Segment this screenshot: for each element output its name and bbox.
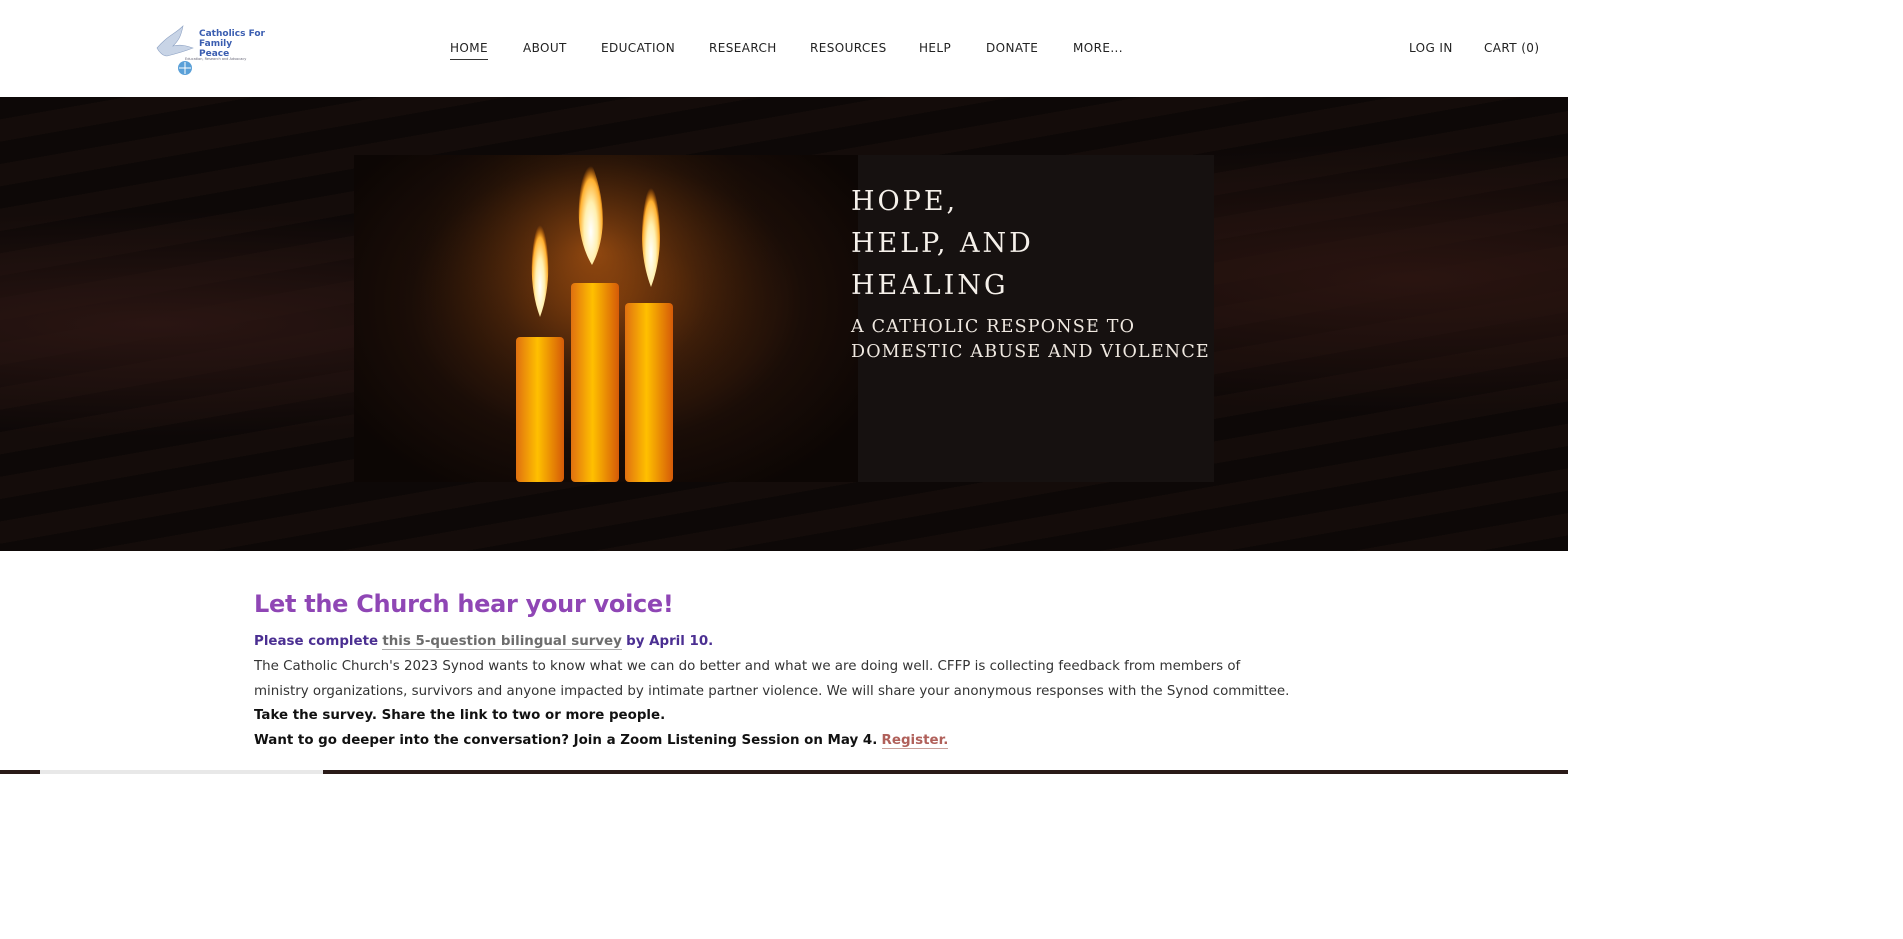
nav-help[interactable]: HELP bbox=[919, 41, 951, 55]
nav-education[interactable]: EDUCATION bbox=[601, 41, 675, 55]
hero-subtitle: A CATHOLIC RESPONSE TO DOMESTIC ABUSE AN… bbox=[851, 315, 1213, 365]
scrollbar-thumb[interactable] bbox=[40, 770, 323, 774]
nav-resources[interactable]: RESOURCES bbox=[810, 41, 887, 55]
logo-tagline: Education, Research and Advocacy bbox=[185, 57, 247, 61]
logo-line-2: Family Peace bbox=[199, 39, 233, 59]
login-link[interactable]: LOG IN bbox=[1409, 41, 1453, 55]
hero-title-line: HEALING bbox=[851, 270, 1009, 301]
survey-line: Please complete this 5-question bilingua… bbox=[254, 630, 1314, 655]
hero-title: HOPE, HELP, AND HEALING bbox=[851, 181, 1211, 307]
zoom-text: Want to go deeper into the conversation?… bbox=[254, 733, 878, 749]
logo-line-1: Catholics For bbox=[199, 29, 265, 39]
candles-image bbox=[354, 155, 858, 482]
hero-frame: HOPE, HELP, AND HEALING A CATHOLIC RESPO… bbox=[354, 155, 1214, 482]
hero-subtitle-line: A CATHOLIC RESPONSE TO bbox=[851, 317, 1136, 337]
survey-prefix: Please complete bbox=[254, 634, 379, 649]
hero-title-line: HELP, AND bbox=[851, 228, 1034, 259]
hero-banner: HOPE, HELP, AND HEALING A CATHOLIC RESPO… bbox=[0, 97, 1568, 551]
site-logo[interactable]: Catholics For Family Peace Education, Re… bbox=[153, 18, 265, 78]
hero-title-line: HOPE, bbox=[851, 186, 959, 217]
cart-link[interactable]: CART (0) bbox=[1484, 41, 1539, 55]
main-content: Let the Church hear your voice! Please c… bbox=[254, 590, 1314, 754]
register-link[interactable]: Register. bbox=[881, 733, 949, 750]
survey-suffix: by April 10. bbox=[626, 634, 714, 649]
zoom-line: Want to go deeper into the conversation?… bbox=[254, 729, 1314, 754]
nav-research[interactable]: RESEARCH bbox=[709, 41, 777, 55]
candles-illustration bbox=[394, 155, 794, 482]
site-header: Catholics For Family Peace Education, Re… bbox=[0, 0, 1568, 97]
nav-home[interactable]: HOME bbox=[450, 41, 489, 60]
body-text-line: The Catholic Church's 2023 Synod wants t… bbox=[254, 658, 1241, 674]
nav-donate[interactable]: DONATE bbox=[986, 41, 1038, 55]
nav-more[interactable]: MORE... bbox=[1073, 41, 1123, 55]
take-survey-text: Take the survey. Share the link to two o… bbox=[254, 708, 666, 724]
hero-subtitle-line: DOMESTIC ABUSE AND VIOLENCE bbox=[851, 342, 1210, 362]
survey-link[interactable]: this 5-question bilingual survey bbox=[382, 634, 622, 650]
body-text-line: ministry organizations, survivors and an… bbox=[254, 683, 1290, 699]
nav-about[interactable]: ABOUT bbox=[523, 41, 567, 55]
horizontal-scrollbar[interactable] bbox=[0, 770, 1568, 774]
section-headline: Let the Church hear your voice! bbox=[254, 590, 674, 618]
dove-icon bbox=[156, 25, 194, 75]
